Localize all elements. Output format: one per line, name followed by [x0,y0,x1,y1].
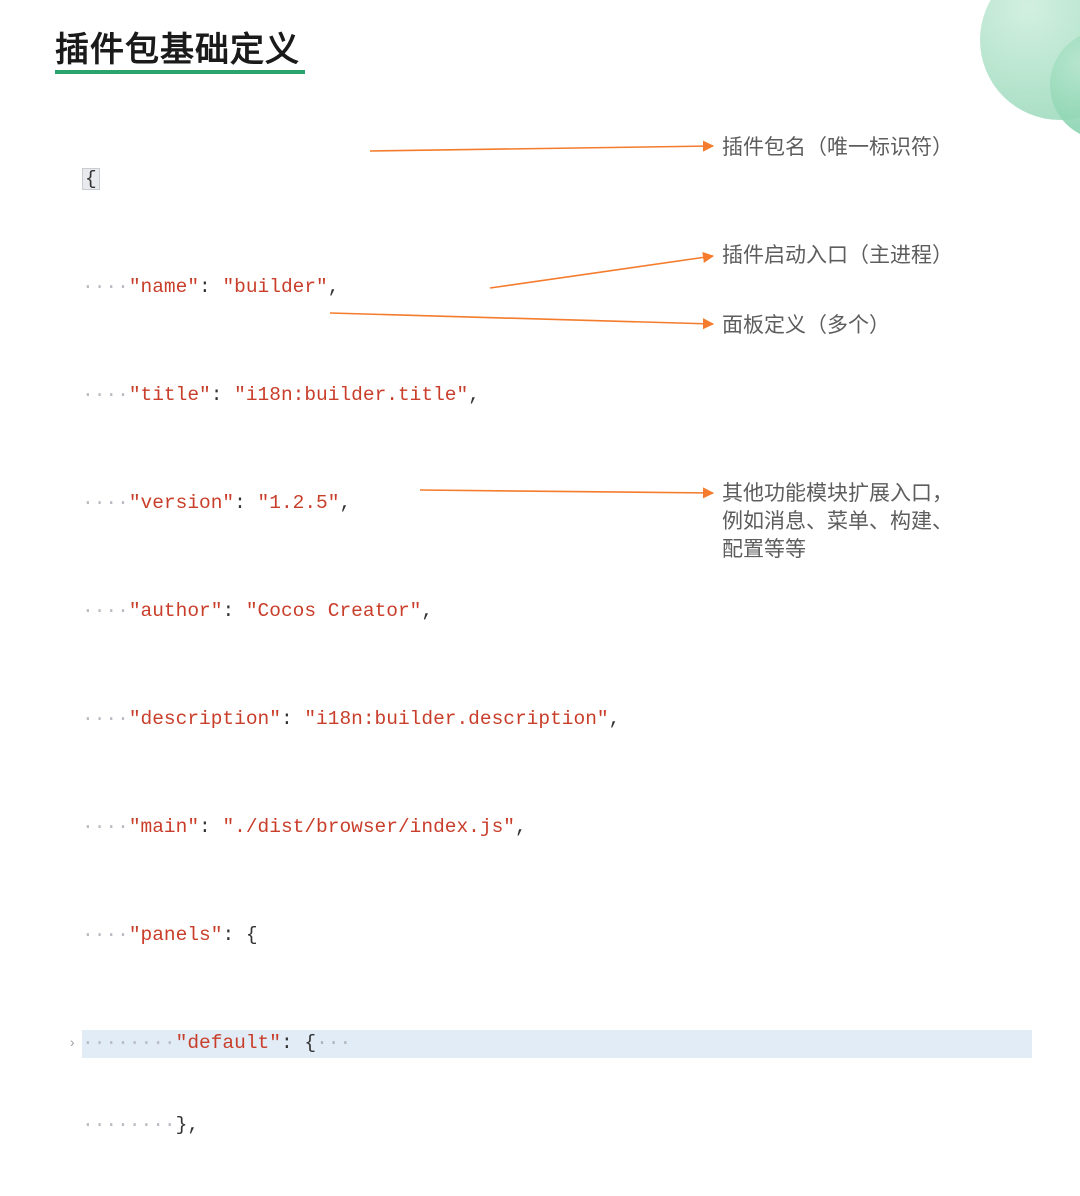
annotation-panels: 面板定义（多个） [722,312,890,340]
code-block: { ····"name": "builder", ····"title": "i… [82,112,1032,1196]
code-line-author: ····"author": "Cocos Creator", [82,598,1032,625]
code-line-panels: ····"panels": { [82,922,1032,949]
code-line-title: ····"title": "i18n:builder.title", [82,382,1032,409]
code-line-panel-default-close: ········}, [82,1112,1032,1139]
title-underline [55,70,305,74]
slide-content: { ····"name": "builder", ····"title": "i… [82,112,1032,1196]
code-line-description: ····"description": "i18n:builder.descrip… [82,706,1032,733]
annotation-main: 插件启动入口（主进程） [722,242,953,270]
annotation-contributions: 其他功能模块扩展入口， 例如消息、菜单、构建、 配置等等 [722,480,953,564]
open-brace: { [82,168,100,190]
code-line-panel-default: ›········"default": {··· [82,1030,1032,1058]
code-line-name: ····"name": "builder", [82,274,1032,301]
slide-title: 插件包基础定义 [55,22,300,71]
fold-chevron-icon[interactable]: › [68,1031,82,1058]
annotation-name: 插件包名（唯一标识符） [722,134,953,162]
code-line-main: ····"main": "./dist/browser/index.js", [82,814,1032,841]
